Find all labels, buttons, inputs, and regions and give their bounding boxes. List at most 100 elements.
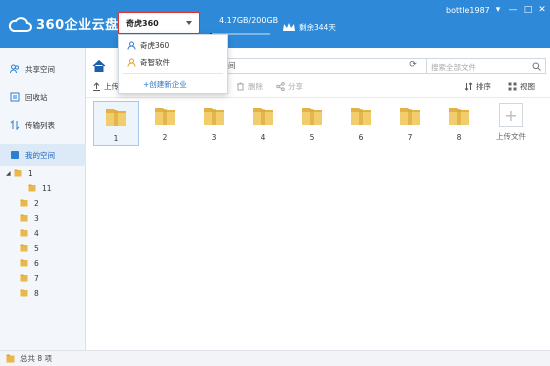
folder-name: 6 <box>358 133 364 142</box>
tree-item-folder[interactable]: 11 <box>28 181 52 195</box>
sidebar-item-recycle-bin[interactable]: 回收站 <box>0 86 86 108</box>
folder-icon <box>20 259 28 267</box>
tree-item-folder[interactable]: 8 <box>20 286 39 300</box>
upload-file-label: 上传文件 <box>496 132 526 141</box>
folder-icon <box>253 108 273 125</box>
search-input[interactable]: 搜索全部文件 <box>426 58 546 74</box>
folder-item[interactable]: 6 <box>338 101 384 146</box>
status-text: 总共 8 项 <box>20 354 53 363</box>
tree-item-folder[interactable]: 4 <box>20 226 39 240</box>
sort-label: 排序 <box>476 82 491 91</box>
plus-icon: + <box>499 103 523 127</box>
shared-icon <box>10 64 20 74</box>
title-bar: 360企业云盘 奇虎360 4.17GB/200GB 剩余344天 bottle… <box>0 0 550 48</box>
folder-name: 2 <box>162 133 168 142</box>
app-name: 360企业云盘 <box>36 18 119 33</box>
share-label: 分享 <box>288 82 303 91</box>
sidebar-item-label: 传输列表 <box>25 120 55 130</box>
search-icon <box>532 62 541 71</box>
folder-icon <box>106 109 126 126</box>
crown-icon <box>283 23 295 31</box>
folder-item[interactable]: 7 <box>387 101 433 146</box>
folder-icon <box>449 108 469 125</box>
folder-item[interactable]: 5 <box>289 101 335 146</box>
sidebar-item-transfer-list[interactable]: 传输列表 <box>0 114 86 136</box>
username[interactable]: bottle1987 <box>446 6 490 15</box>
sidebar-item-shared-space[interactable]: 共享空间 <box>0 58 86 80</box>
folder-icon <box>20 229 28 237</box>
tree-item-folder[interactable]: 3 <box>20 211 39 225</box>
folder-icon <box>20 274 28 282</box>
transfer-icon <box>10 120 20 130</box>
minimize-icon[interactable]: — <box>507 5 519 15</box>
folder-name: 1 <box>113 134 119 143</box>
tree-item-folder[interactable]: 7 <box>20 271 39 285</box>
folder-icon <box>20 244 28 252</box>
tree-item-label: 8 <box>34 288 39 298</box>
tree-item-label: 5 <box>34 243 39 253</box>
sidebar-item-label: 回收站 <box>25 92 48 102</box>
sidebar-item-label: 共享空间 <box>25 64 55 74</box>
share-icon <box>276 82 285 91</box>
folder-name: 5 <box>309 133 315 142</box>
sidebar-item-my-space[interactable]: 我的空间 <box>0 144 86 166</box>
upload-button[interactable]: 上传 <box>92 81 119 92</box>
company-selector-label: 奇虎360 <box>126 18 159 28</box>
tree-item-label: 11 <box>42 183 52 193</box>
tree-item-label: 2 <box>34 198 39 208</box>
search-placeholder: 搜索全部文件 <box>431 63 476 72</box>
folder-item[interactable]: 8 <box>436 101 482 146</box>
company-option-qizhi[interactable]: 奇智软件 <box>127 57 170 68</box>
sidebar-item-label: 我的空间 <box>25 150 55 160</box>
dropdown-separator <box>123 73 223 74</box>
folder-name: 3 <box>211 133 217 142</box>
recycle-icon <box>10 92 20 102</box>
create-company-link[interactable]: +创建新企业 <box>143 79 187 90</box>
tree-item-folder[interactable]: ◢ 1 <box>6 166 33 180</box>
folder-item[interactable]: 1 <box>93 101 139 146</box>
maximize-icon[interactable]: □ <box>522 5 534 15</box>
home-icon[interactable] <box>92 59 106 73</box>
tree-item-folder[interactable]: 6 <box>20 256 39 270</box>
view-button[interactable]: 视图 <box>508 81 535 92</box>
folder-icon <box>20 199 28 207</box>
tree-item-label: 1 <box>28 168 33 178</box>
grid-view-icon <box>508 82 517 91</box>
folder-item[interactable]: 2 <box>142 101 188 146</box>
company-dropdown-menu: 奇虎360 奇智软件 +创建新企业 <box>118 34 228 94</box>
tree-item-folder[interactable]: 2 <box>20 196 39 210</box>
share-button[interactable]: 分享 <box>276 81 303 92</box>
path-text: 间 <box>228 61 236 70</box>
folder-item[interactable]: 3 <box>191 101 237 146</box>
folder-icon <box>302 108 322 125</box>
tree-item-folder[interactable]: 5 <box>20 241 39 255</box>
chevron-down-icon <box>186 21 192 25</box>
company-option-qihoo360[interactable]: 奇虎360 <box>127 40 169 51</box>
delete-button[interactable]: 删除 <box>236 81 263 92</box>
folder-icon <box>20 289 28 297</box>
sidebar: 共享空间 回收站 传输列表 我的空间 ◢ 1 11 2 3 4 5 6 7 8 <box>0 48 86 350</box>
my-space-icon <box>11 151 19 159</box>
tree-item-label: 3 <box>34 213 39 223</box>
folder-item[interactable]: 4 <box>240 101 286 146</box>
tree-item-label: 6 <box>34 258 39 268</box>
upload-label: 上传 <box>104 82 119 91</box>
sort-button[interactable]: 排序 <box>464 81 491 92</box>
folder-icon <box>400 108 420 125</box>
delete-label: 删除 <box>248 82 263 91</box>
folder-icon <box>14 169 22 177</box>
company-option-label: 奇虎360 <box>140 41 170 50</box>
trash-icon <box>237 82 244 91</box>
sort-icon <box>464 82 473 91</box>
close-icon[interactable]: ✕ <box>536 5 548 15</box>
user-menu-icon[interactable]: ▾ <box>492 5 504 15</box>
tree-expand-arrow[interactable]: ◢ <box>6 170 14 177</box>
storage-quota: 4.17GB/200GB <box>219 16 279 25</box>
company-selector[interactable]: 奇虎360 <box>118 12 200 34</box>
folder-icon <box>204 108 224 125</box>
toolbar-divider <box>86 97 550 98</box>
folder-icon <box>6 354 15 363</box>
vip-status: 剩余344天 <box>282 22 336 33</box>
refresh-icon[interactable]: ⟳ <box>406 60 420 74</box>
upload-file-tile[interactable]: + 上传文件 <box>491 103 531 147</box>
